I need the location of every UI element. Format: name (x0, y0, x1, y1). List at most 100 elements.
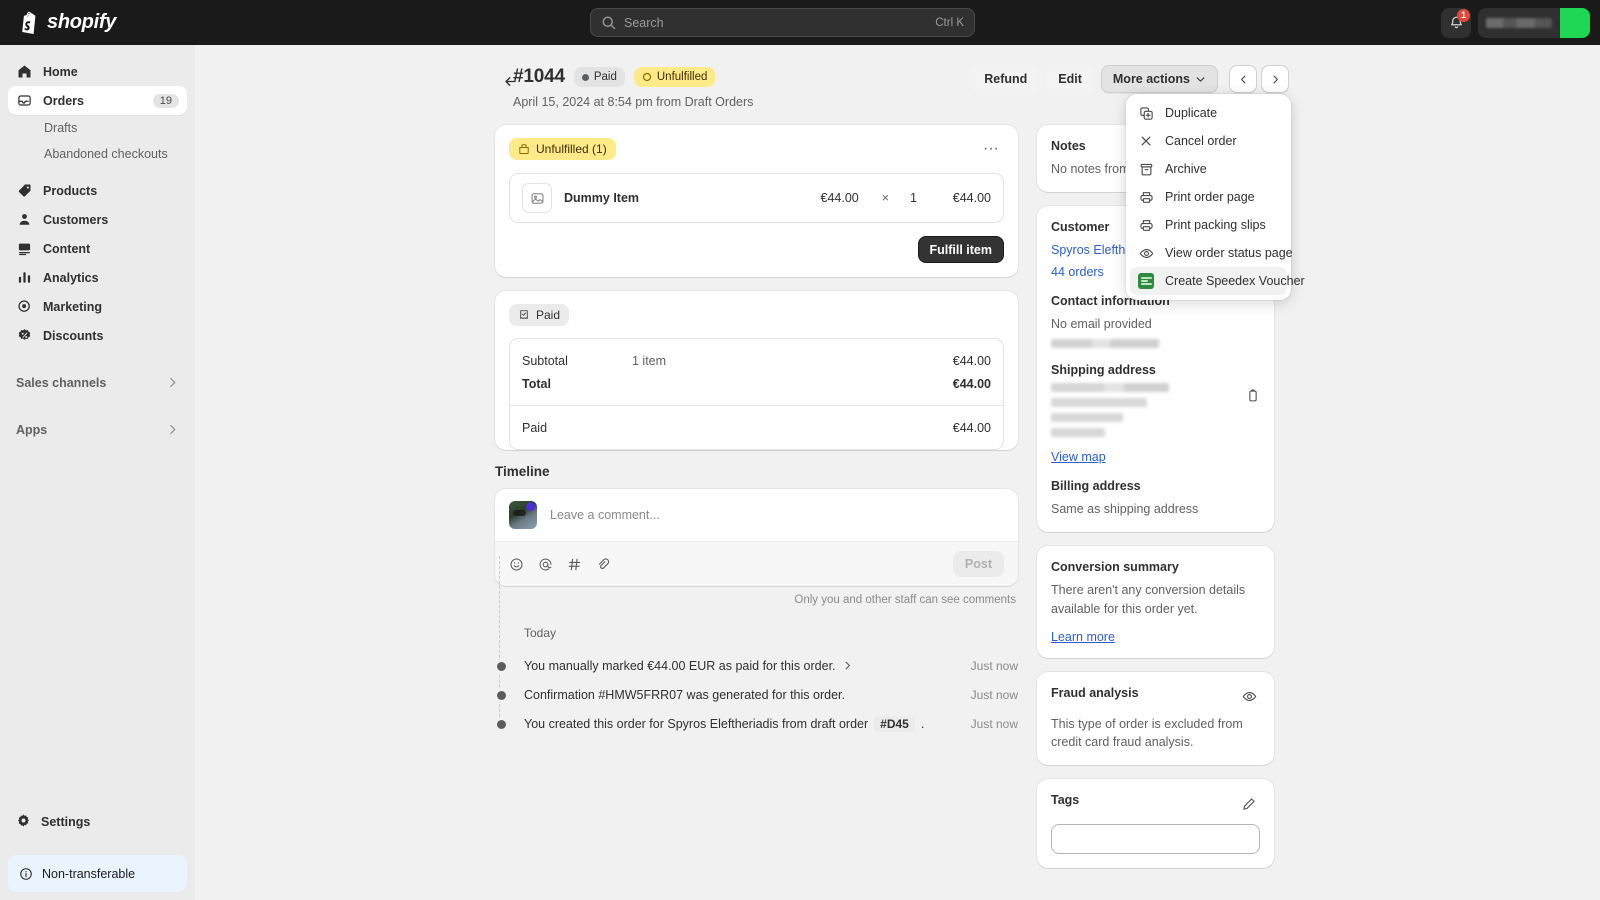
mention-at-icon[interactable] (538, 557, 553, 572)
sidebar-item-products[interactable]: Products (8, 176, 187, 205)
sidebar-item-discounts[interactable]: Discounts (8, 321, 187, 350)
notifications-button[interactable]: 1 (1441, 8, 1471, 38)
arrow-left-icon (503, 74, 518, 89)
sidebar-item-content[interactable]: Content (8, 234, 187, 263)
products-tag-icon (16, 182, 33, 199)
more-actions-button[interactable]: More actions (1101, 65, 1218, 93)
sidebar-section-apps[interactable]: Apps (8, 415, 187, 444)
chevron-right-icon (1270, 74, 1281, 85)
shopify-logo[interactable]: shopify (18, 11, 116, 35)
hashtag-icon[interactable] (567, 557, 582, 572)
emoji-icon[interactable] (509, 557, 524, 572)
shipping-address-title: Shipping address (1051, 363, 1156, 377)
timeline-comment-box: Post (495, 489, 1018, 586)
conversion-learn-more-link[interactable]: Learn more (1051, 630, 1260, 644)
info-circle-icon (19, 867, 33, 881)
back-button[interactable] (498, 69, 522, 93)
menu-item-label: Archive (1165, 162, 1207, 176)
search-input[interactable] (616, 16, 935, 30)
edit-button[interactable]: Edit (1046, 65, 1094, 93)
timeline-event-time: Just now (956, 688, 1018, 702)
menu-item-duplicate[interactable]: Duplicate (1130, 99, 1287, 127)
attachment-link-icon[interactable] (596, 557, 611, 572)
search-icon (601, 15, 616, 30)
global-search[interactable]: Ctrl K (590, 8, 975, 37)
menu-item-archive[interactable]: Archive (1130, 155, 1287, 183)
refund-button[interactable]: Refund (972, 65, 1039, 93)
order-header: #1044 Paid Unfulfilled April 15, 2024 at… (195, 63, 1600, 119)
payment-summary-group: Subtotal 1 item €44.00 Total €44.00 (510, 339, 1003, 405)
contact-information-body: No email provided (1051, 315, 1260, 333)
payment-row-label: Paid (522, 421, 632, 435)
payment-card-header: Paid (495, 291, 1018, 326)
payment-row-paid: Paid €44.00 (522, 416, 991, 439)
status-dot-icon (582, 74, 589, 81)
sidebar-section-sales-channels[interactable]: Sales channels (8, 368, 187, 397)
timeline-event-suffix: . (921, 717, 924, 731)
menu-item-cancel-order[interactable]: Cancel order (1130, 127, 1287, 155)
order-main-column: Unfulfilled (1) ··· Dummy It (495, 125, 1018, 882)
more-actions-dropdown: Duplicate Cancel order Archive Print ord (1126, 94, 1291, 300)
sidebar-item-analytics[interactable]: Analytics (8, 263, 187, 292)
notification-count-badge: 1 (1457, 9, 1470, 22)
sidebar-section-label: Apps (16, 423, 166, 437)
payment-paid-group: Paid €44.00 (510, 406, 1003, 449)
duplicate-icon (1138, 105, 1154, 121)
analytics-bars-icon (16, 269, 33, 286)
content-icon (16, 240, 33, 257)
fulfillment-more-menu-button[interactable]: ··· (978, 138, 1004, 160)
sidebar-item-drafts[interactable]: Drafts (8, 115, 187, 141)
line-item-multiplier: × (882, 191, 889, 205)
shipping-address-header: Shipping address (1051, 363, 1260, 377)
sidebar-item-customers[interactable]: Customers (8, 205, 187, 234)
fulfill-item-button[interactable]: Fulfill item (918, 236, 1005, 263)
sidebar-item-orders[interactable]: Orders 19 (8, 86, 187, 115)
top-bar: shopify Ctrl K 1 (0, 0, 1600, 45)
fraud-analysis-body: This type of order is excluded from cred… (1051, 715, 1260, 751)
store-switcher[interactable] (1478, 8, 1590, 38)
menu-item-print-packing-slips[interactable]: Print packing slips (1130, 211, 1287, 239)
chevron-right-icon (166, 376, 179, 389)
previous-order-button[interactable] (1229, 65, 1257, 93)
sidebar-item-label: Marketing (43, 300, 179, 314)
draft-order-chip[interactable]: #D45 (874, 716, 915, 732)
line-item-name[interactable]: Dummy Item (564, 191, 809, 205)
tags-input[interactable] (1051, 824, 1260, 854)
menu-item-view-order-status-page[interactable]: View order status page (1130, 239, 1287, 267)
fraud-analysis-view-button[interactable] (1238, 686, 1260, 708)
view-map-link[interactable]: View map (1051, 450, 1260, 464)
next-order-button[interactable] (1261, 65, 1289, 93)
chevron-right-icon[interactable] (842, 660, 853, 671)
fraud-analysis-card: Fraud analysis This type of order is exc… (1037, 672, 1274, 765)
menu-item-label: View order status page (1165, 246, 1293, 260)
search-shortcut-hint: Ctrl K (935, 17, 964, 29)
edit-tags-button[interactable] (1238, 793, 1260, 815)
top-bar-right: 1 (1441, 8, 1590, 38)
billing-address-body: Same as shipping address (1051, 500, 1260, 518)
comment-input[interactable] (550, 508, 1004, 522)
sidebar: Home Orders 19 Drafts Abandoned checkout… (0, 45, 195, 900)
menu-item-print-order-page[interactable]: Print order page (1130, 183, 1287, 211)
sidebar-item-settings[interactable]: Settings (8, 807, 187, 836)
payment-summary-table: Subtotal 1 item €44.00 Total €44.00 (509, 338, 1004, 450)
payment-row-amount: €44.00 (953, 377, 991, 391)
store-avatar (1560, 8, 1590, 38)
shopify-bag-icon (18, 11, 40, 35)
shopify-wordmark: shopify (47, 11, 116, 34)
post-comment-button[interactable]: Post (953, 551, 1004, 577)
menu-item-label: Print order page (1165, 190, 1255, 204)
sidebar-item-abandoned-checkouts[interactable]: Abandoned checkouts (8, 141, 187, 167)
timeline-dot-icon (495, 718, 508, 731)
sidebar-item-home[interactable]: Home (8, 57, 187, 86)
close-x-icon (1138, 133, 1154, 149)
eye-icon (1242, 689, 1257, 704)
timeline-title: Timeline (495, 464, 1018, 479)
copy-address-button[interactable] (1242, 385, 1264, 407)
tags-card: Tags (1037, 779, 1274, 868)
menu-item-create-speedex-voucher[interactable]: Create Speedex Voucher (1130, 267, 1287, 295)
non-transferable-label: Non-transferable (42, 867, 135, 881)
timeline-event-text: You manually marked €44.00 EUR as paid f… (524, 659, 836, 673)
sidebar-item-marketing[interactable]: Marketing (8, 292, 187, 321)
timeline-event-time: Just now (956, 717, 1018, 731)
sidebar-item-label: Orders (43, 94, 143, 108)
